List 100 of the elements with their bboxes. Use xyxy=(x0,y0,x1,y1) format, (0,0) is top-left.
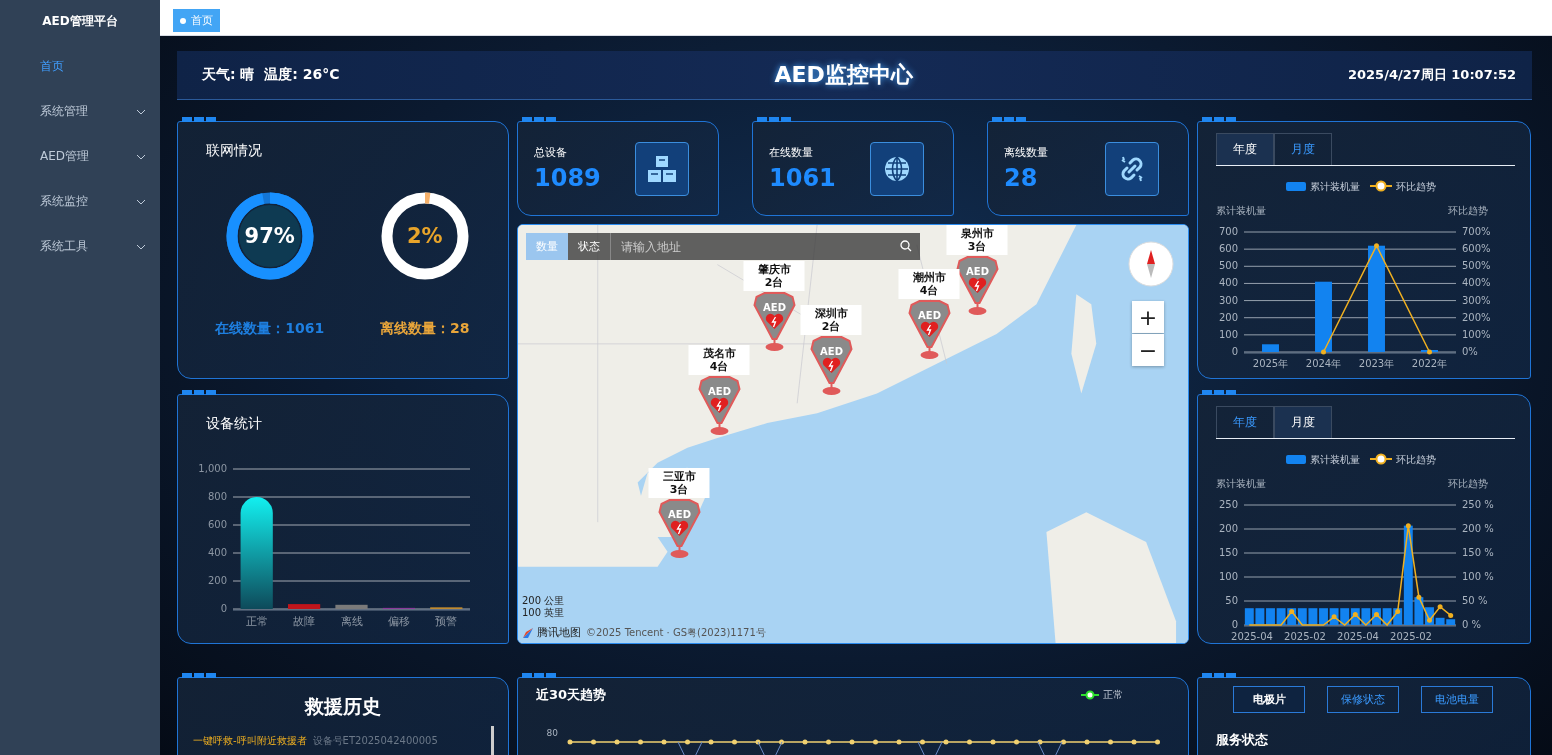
axis-tick-label: 0 xyxy=(220,603,227,614)
axis-tick-label: 50 % xyxy=(1462,595,1488,606)
tab[interactable]: 年度 xyxy=(1216,133,1274,165)
device-number: 设备号ET2025042400005 xyxy=(312,735,438,746)
axis-tick-label: 400% xyxy=(1462,277,1491,289)
sidebar-item[interactable]: 系统监控 xyxy=(0,179,160,224)
axis-tick-label: 300 xyxy=(1218,294,1238,306)
app-title: AED管理平台 xyxy=(41,13,119,30)
count-label: 离线数量：28 xyxy=(380,320,470,338)
address-search-field[interactable]: 请输入地址 xyxy=(610,233,920,260)
map-marker-label: 三亚市 3台 xyxy=(648,468,710,498)
axis-tick-label: 0 xyxy=(1231,346,1238,357)
map-logo-text: 腾讯地图 xyxy=(537,625,581,640)
filter-button[interactable]: 电池电量 xyxy=(1421,686,1493,713)
sidebar-item[interactable]: AED管理 xyxy=(0,134,160,179)
zoom-in-button[interactable]: + xyxy=(1132,301,1164,333)
axis-category-label: 2024年 xyxy=(1305,358,1342,369)
axis-tick-label: 100% xyxy=(1462,328,1491,340)
axis-tick-label: 80 xyxy=(546,728,558,738)
panel-title: 联网情况 xyxy=(205,141,263,160)
axis-tick-label: 0 % xyxy=(1462,619,1482,630)
sidebar-item[interactable]: 系统工具 xyxy=(0,224,160,269)
axis-tick-label: 300% xyxy=(1462,294,1491,306)
axis-tick-label: 600 xyxy=(1218,243,1238,255)
axis-title: 环比趋势 xyxy=(1448,478,1488,489)
legend-label: 环比趋势 xyxy=(1396,454,1436,465)
map-marker-label: 潮州市 4台 xyxy=(898,269,960,299)
filter-button[interactable]: 电极片 xyxy=(1233,686,1305,713)
axis-category-label: 偏移 xyxy=(387,615,410,628)
axis-category-label: 2025-04 xyxy=(1231,631,1273,642)
axis-tick-label: 50 xyxy=(1225,595,1238,606)
axis-title: 环比趋势 xyxy=(1448,205,1488,216)
axis-category-label: 2025年 xyxy=(1252,358,1289,369)
tab[interactable]: 月度 xyxy=(1274,133,1332,165)
map-marker-label: 泉州市 3台 xyxy=(946,225,1008,255)
map-mode-tab[interactable]: 状态 xyxy=(568,233,610,260)
datetime-text: 2025/4/27周日 10:07:52 xyxy=(1347,66,1516,84)
legend-label: 累计装机量 xyxy=(1310,181,1360,192)
panel-title: 救援历史 xyxy=(303,694,382,719)
dashboard-title: AED监控中心 xyxy=(774,61,913,89)
map-marker-label: 肇庆市 2台 xyxy=(743,261,805,291)
axis-tick-label: 500 xyxy=(1218,260,1238,272)
sidebar-item[interactable]: 系统管理 xyxy=(0,89,160,134)
axis-category-label: 故障 xyxy=(293,615,316,628)
axis-tick-label: 250 xyxy=(1218,499,1238,510)
axis-category-label: 2023年 xyxy=(1358,358,1395,369)
filter-button[interactable]: 保修状态 xyxy=(1327,686,1399,713)
axis-tick-label: 200% xyxy=(1462,311,1491,323)
stat-label: 总设备 xyxy=(534,145,568,160)
axis-category-label: 2025-04 xyxy=(1337,631,1379,642)
axis-tick-label: 1,000 xyxy=(198,463,227,474)
axis-category-label: 预警 xyxy=(435,615,458,628)
axis-tick-label: 100 xyxy=(1218,328,1238,340)
axis-tick-label: 700 xyxy=(1218,226,1238,237)
axis-tick-label: 200 xyxy=(1218,311,1238,323)
axis-tick-label: 100 xyxy=(1218,571,1238,582)
map-marker-label: 茂名市 4台 xyxy=(688,345,750,375)
map-scale: 200 公里 100 英里 xyxy=(522,595,565,619)
axis-tick-label: 0% xyxy=(1462,346,1478,357)
axis-tick-label: 800 xyxy=(207,491,227,502)
axis-tick-label: 500% xyxy=(1462,260,1491,272)
axis-tick-label: 150 % xyxy=(1462,547,1494,558)
axis-category-label: 正常 xyxy=(245,615,268,628)
percentage-label: 2% xyxy=(406,224,443,248)
stat-value: 1061 xyxy=(769,164,836,192)
stat-value: 28 xyxy=(1004,164,1039,192)
axis-tick-label: 700% xyxy=(1462,226,1491,237)
axis-tick-label: 100 % xyxy=(1462,571,1494,582)
axis-tick-label: 600 xyxy=(207,519,227,530)
axis-tick-label: 200 xyxy=(1218,523,1238,534)
axis-category-label: 2022年 xyxy=(1411,358,1448,369)
weather-text: 天气: 晴 温度: 26°C xyxy=(202,66,340,84)
axis-tick-label: 200 xyxy=(207,575,227,586)
legend-label: 累计装机量 xyxy=(1310,454,1360,465)
stat-value: 1089 xyxy=(534,164,601,192)
map-marker-label: 深圳市 2台 xyxy=(800,305,862,335)
axis-tick-label: 600% xyxy=(1462,243,1491,255)
stat-label: 离线数量 xyxy=(1004,145,1048,160)
zoom-out-button[interactable]: − xyxy=(1132,334,1164,366)
tab[interactable]: 月度 xyxy=(1274,406,1332,438)
panel-title: 服务状态 xyxy=(1215,731,1269,749)
axis-title: 累计装机量 xyxy=(1216,205,1266,216)
legend-label: 环比趋势 xyxy=(1396,181,1436,192)
axis-tick-label: 400 xyxy=(1218,277,1238,289)
axis-category-label: 2025-02 xyxy=(1390,631,1432,642)
stat-label: 在线数量 xyxy=(769,145,814,160)
axis-category-label: 2025-02 xyxy=(1284,631,1326,642)
axis-tick-label: 400 xyxy=(207,547,227,558)
map-copyright: ©2025 Tencent · GS粤(2023)1171号 xyxy=(586,625,766,640)
count-label: 在线数量：1061 xyxy=(215,320,325,338)
axis-tick-label: 250 % xyxy=(1462,499,1494,510)
legend-label: 正常 xyxy=(1103,688,1123,702)
panel-title: 近30天趋势 xyxy=(535,686,607,704)
axis-tick-label: 200 % xyxy=(1462,523,1494,534)
percentage-label: 97% xyxy=(244,224,295,248)
sidebar-item[interactable]: 首页 xyxy=(0,44,160,89)
rescue-event: 一键呼救-呼叫附近救援者 xyxy=(193,735,307,746)
axis-title: 累计装机量 xyxy=(1216,478,1266,489)
axis-category-label: 离线 xyxy=(340,615,363,628)
axis-tick-label: 150 xyxy=(1218,547,1238,558)
